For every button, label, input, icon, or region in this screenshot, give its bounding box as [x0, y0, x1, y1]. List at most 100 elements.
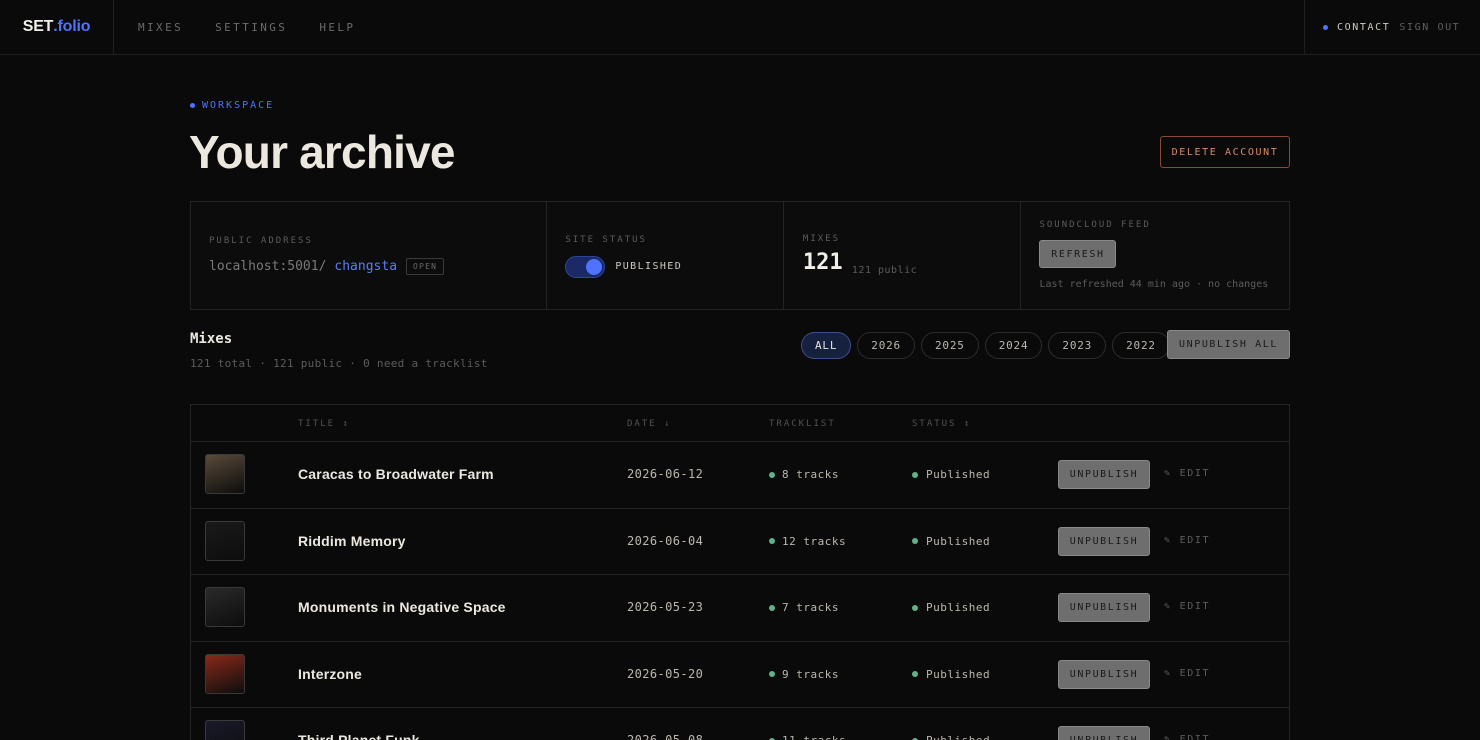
address-slug[interactable]: changsta	[334, 259, 397, 274]
edit-button[interactable]: ✎ EDIT	[1164, 734, 1210, 740]
stat-mixes: MIXES 121 121 public	[784, 202, 1022, 309]
sign-out-link[interactable]: SIGN OUT	[1399, 22, 1460, 33]
mix-title[interactable]: Monuments in Negative Space	[298, 599, 506, 615]
soundcloud-feed-label: SOUNDCLOUD FEED	[1039, 220, 1151, 230]
filter-2025[interactable]: 2025	[920, 332, 979, 359]
mix-title[interactable]: Interzone	[298, 666, 362, 682]
top-navigation-bar: SET .folio MIXES SETTINGS HELP CONTACT SI…	[0, 0, 1480, 55]
status-text: Published	[926, 534, 991, 548]
column-date[interactable]: DATE ↓	[627, 419, 672, 429]
tracklist-dot-icon	[769, 538, 775, 544]
mix-status: Published	[912, 668, 990, 681]
stat-public-address: PUBLIC ADDRESS localhost:5001/changsta O…	[191, 202, 548, 309]
mix-tracklist: 12 tracks	[769, 535, 846, 548]
unpublish-button[interactable]: UNPUBLISH	[1058, 726, 1150, 740]
pencil-icon: ✎	[1164, 534, 1172, 546]
last-refreshed-text: Last refreshed 44 min ago · no changes	[1039, 279, 1269, 290]
edit-label: EDIT	[1179, 534, 1211, 546]
status-dot-icon	[912, 604, 918, 611]
mix-date: 2026-06-04	[627, 533, 704, 548]
edit-label: EDIT	[1179, 667, 1211, 679]
contact-link[interactable]: CONTACT	[1337, 22, 1390, 33]
brand-suffix: .folio	[53, 18, 91, 35]
mix-title[interactable]: Riddim Memory	[298, 533, 406, 549]
workspace-eyebrow: WORKSPACE	[190, 100, 274, 111]
year-filters: ALL 2026 2025 2024 2023 2022	[801, 332, 1170, 359]
edit-button[interactable]: ✎ EDIT	[1164, 535, 1210, 546]
column-title[interactable]: TITLE ↕	[298, 419, 350, 429]
table-row[interactable]: Interzone 2026-05-20 9 tracks Published UNPU…	[191, 642, 1289, 708]
table-row[interactable]: Riddim Memory 2026-06-04 12 tracks Publishe…	[191, 509, 1289, 575]
nav-item-help[interactable]: HELP	[319, 21, 355, 34]
edit-label: EDIT	[1179, 734, 1211, 740]
nav-item-settings[interactable]: SETTINGS	[215, 21, 287, 34]
status-dot-icon	[912, 471, 918, 478]
unpublish-all-button[interactable]: UNPUBLISH ALL	[1167, 330, 1290, 359]
site-status-toggle[interactable]	[565, 256, 606, 278]
status-text: Published	[926, 468, 991, 481]
edit-label: EDIT	[1179, 601, 1211, 612]
mix-artwork	[205, 520, 245, 561]
pencil-icon: ✎	[1164, 734, 1172, 740]
tracklist-dot-icon	[769, 671, 775, 677]
main-nav: MIXES SETTINGS HELP	[138, 0, 355, 54]
mix-date: 2026-05-20	[627, 666, 704, 681]
mix-artwork	[205, 454, 245, 494]
unpublish-button[interactable]: UNPUBLISH	[1058, 460, 1150, 489]
edit-label: EDIT	[1179, 468, 1211, 479]
mix-status: Published	[912, 535, 990, 548]
mix-title[interactable]: Caracas to Broadwater Farm	[298, 466, 494, 482]
stat-soundcloud-feed: SOUNDCLOUD FEED REFRESH Last refreshed 4…	[1021, 202, 1289, 309]
filter-all[interactable]: ALL	[801, 332, 852, 359]
mixes-count: 121	[802, 250, 843, 275]
public-address: localhost:5001/changsta OPEN	[209, 258, 445, 275]
refresh-feed-button[interactable]: REFRESH	[1039, 240, 1117, 268]
mix-status: Published	[912, 468, 990, 481]
mix-tracklist: 7 tracks	[769, 601, 839, 614]
edit-button[interactable]: ✎ EDIT	[1164, 601, 1210, 612]
mix-date: 2026-06-12	[627, 467, 704, 481]
filter-2026[interactable]: 2026	[857, 332, 915, 359]
table-header: TITLE ↕ DATE ↓ TRACKLIST STATUS ↕	[191, 405, 1289, 442]
open-site-button[interactable]: OPEN	[406, 258, 445, 275]
brand-logo[interactable]: SET .folio	[0, 0, 114, 54]
edit-button[interactable]: ✎ EDIT	[1164, 668, 1210, 679]
filter-2023[interactable]: 2023	[1048, 332, 1107, 359]
column-status[interactable]: STATUS ↕	[912, 419, 971, 429]
table-row[interactable]: Caracas to Broadwater Farm 2026-06-12 8 tr…	[191, 442, 1289, 509]
table-body: Caracas to Broadwater Farm 2026-06-12 8 tr…	[191, 442, 1289, 740]
page-title: Your archive	[189, 126, 455, 178]
contact-dot-icon	[1323, 24, 1328, 30]
track-count: 12 tracks	[782, 534, 847, 548]
pencil-icon: ✎	[1164, 601, 1172, 612]
pencil-icon: ✎	[1164, 667, 1172, 679]
brand-name: SET	[22, 18, 54, 35]
address-host: localhost:5001/	[209, 259, 327, 274]
filter-2024[interactable]: 2024	[984, 332, 1043, 359]
mixes-public-count: 121 public	[851, 265, 918, 276]
track-count: 11 tracks	[782, 734, 846, 740]
unpublish-button[interactable]: UNPUBLISH	[1058, 593, 1150, 622]
mixes-table: TITLE ↕ DATE ↓ TRACKLIST STATUS ↕ Caraca…	[190, 404, 1290, 740]
workspace-dot-icon	[190, 103, 195, 108]
mix-status: Published	[912, 734, 990, 740]
nav-item-mixes[interactable]: MIXES	[138, 21, 183, 34]
mix-artwork	[205, 653, 245, 694]
mix-tracklist: 11 tracks	[769, 734, 846, 740]
mix-title[interactable]: Third Planet Funk	[298, 732, 420, 740]
pencil-icon: ✎	[1164, 468, 1172, 479]
unpublish-button[interactable]: UNPUBLISH	[1058, 526, 1150, 556]
table-row[interactable]: Third Planet Funk 2026-05-08 11 tracks Publ…	[191, 708, 1289, 740]
delete-account-button[interactable]: DELETE ACCOUNT	[1160, 136, 1290, 168]
track-count: 7 tracks	[782, 601, 839, 614]
mixes-section-subtitle: 121 total · 121 public · 0 need a trackl…	[190, 357, 488, 370]
mix-tracklist: 9 tracks	[769, 668, 839, 681]
edit-button[interactable]: ✎ EDIT	[1164, 468, 1210, 479]
public-address-label: PUBLIC ADDRESS	[209, 236, 313, 246]
mix-artwork	[205, 720, 245, 740]
unpublish-button[interactable]: UNPUBLISH	[1058, 659, 1150, 689]
table-row[interactable]: Monuments in Negative Space 2026-05-23 7 t…	[191, 575, 1289, 642]
status-dot-icon	[912, 538, 918, 544]
filter-2022[interactable]: 2022	[1112, 332, 1170, 359]
track-count: 8 tracks	[782, 468, 839, 481]
